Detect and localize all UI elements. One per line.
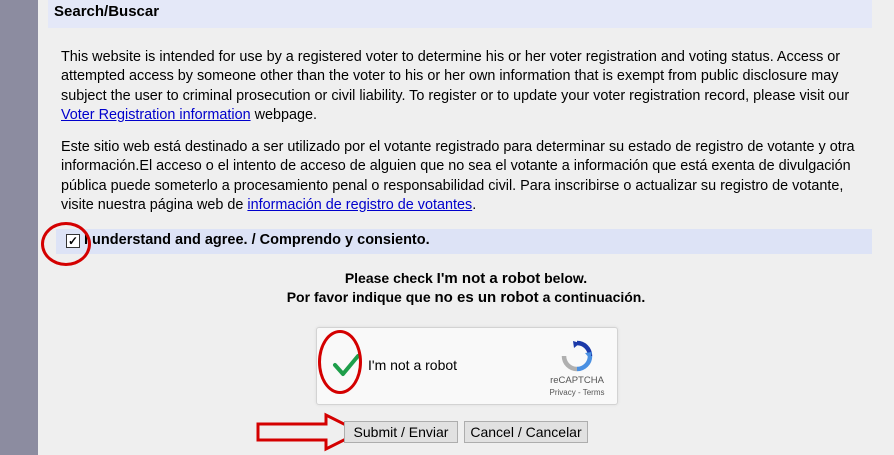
notice-spanish-suffix: . — [472, 196, 477, 213]
robot-instruction-en: Please check I'm not a robot below. — [38, 270, 894, 287]
registro-votantes-link[interactable]: información de registro de votantes — [247, 197, 472, 213]
section-title: Search/Buscar — [54, 3, 160, 20]
robot-instruction-es: Por favor indique que no es un robot a c… — [38, 289, 894, 306]
instruction-es-suffix: a continuación. — [538, 289, 646, 305]
instruction-es-prefix: Por favor indique que — [286, 289, 435, 305]
red-circle-annotation — [318, 330, 362, 394]
notice-spanish: Este sitio web está destinado a ser util… — [61, 138, 867, 215]
instruction-en-suffix: below. — [540, 270, 588, 286]
red-circle-annotation — [41, 222, 91, 266]
captcha-brand: reCAPTCHA — [550, 375, 604, 386]
instruction-es-emph: no es un robot — [434, 289, 539, 306]
captcha-privacy-terms[interactable]: Privacy - Terms — [539, 388, 615, 397]
notice-english-text: This website is intended for use by a re… — [61, 49, 850, 104]
agreement-row: ✓ I understand and agree. / Comprendo y … — [56, 229, 872, 254]
section-header: Search/Buscar — [48, 0, 872, 28]
submit-button[interactable]: Submit / Enviar — [344, 421, 458, 443]
instruction-en-emph: I'm not a robot — [436, 270, 541, 287]
agree-label: I understand and agree. / Comprendo y co… — [84, 232, 430, 248]
captcha-label: I'm not a robot — [368, 357, 458, 373]
cancel-button[interactable]: Cancel / Cancelar — [464, 421, 588, 443]
notice-english: This website is intended for use by a re… — [61, 48, 867, 125]
recaptcha-logo-icon — [561, 340, 593, 372]
notice-english-suffix: webpage. — [250, 106, 317, 123]
left-sidebar-strip — [0, 0, 38, 455]
instruction-en-prefix: Please check — [344, 270, 437, 286]
voter-registration-link[interactable]: Voter Registration information — [61, 107, 251, 123]
